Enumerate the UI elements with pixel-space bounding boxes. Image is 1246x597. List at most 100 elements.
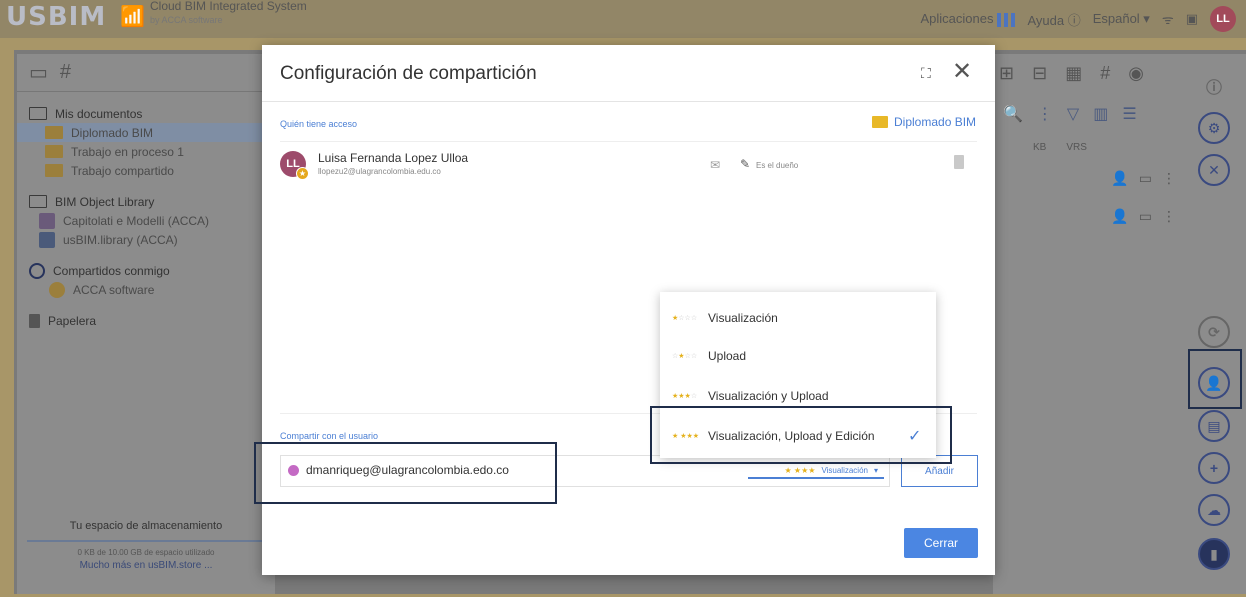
owner-role: Es el dueño <box>756 161 799 170</box>
apps-menu[interactable]: Aplicaciones <box>920 11 1016 27</box>
upload-button[interactable]: ☁ <box>1198 494 1230 526</box>
annotation-box-rail <box>1188 349 1242 409</box>
screen-icon[interactable]: ▣ <box>1186 11 1198 27</box>
folder-icon[interactable]: ▭ <box>1139 170 1152 187</box>
usbim-logo: USBIM <box>6 2 107 32</box>
tree-label: BIM Object Library <box>55 194 155 209</box>
tree-label: Mis documentos <box>55 106 143 121</box>
close-button[interactable]: Cerrar <box>904 528 978 558</box>
top-right-menu: Aplicaciones Ayuda ⓘ Español ▾ ᯤ ▣ LL <box>920 6 1236 32</box>
eye-icon[interactable]: ◉ <box>1128 63 1144 84</box>
annotation-box-email <box>254 442 557 504</box>
permission-select[interactable]: ★ ★★★ Visualización ▾ <box>748 463 884 479</box>
acca-icon <box>49 281 65 298</box>
library-icon <box>39 212 55 229</box>
tree-usbim-library[interactable]: usBIM.library (ACCA) <box>17 230 275 249</box>
cloud-signal-icon: 📶 <box>120 6 145 28</box>
trash-icon <box>29 313 40 328</box>
files-columns: KB VRS <box>993 136 1188 159</box>
hash-icon[interactable]: # <box>60 61 71 84</box>
divider <box>262 101 995 102</box>
tree-acca-software[interactable]: ACCA software <box>17 280 275 299</box>
tree-shared-with-me[interactable]: Compartidos conmigo <box>17 261 275 280</box>
storage-title: Tu espacio de almacenamiento <box>69 520 223 532</box>
share-user-icon[interactable]: 👤 <box>1111 170 1128 187</box>
action-rail: ⓘ ⚙ ✕ ⟳ 👤 ▤ + ☁ ▮ <box>1188 54 1246 594</box>
share-user-icon[interactable]: 👤 <box>1111 208 1128 225</box>
tree-bim-object-library[interactable]: BIM Object Library <box>17 192 275 211</box>
permission-option-2[interactable]: ☆★☆☆ Upload <box>660 336 936 376</box>
dialog-title: Configuración de compartición <box>280 63 537 84</box>
shared-icon <box>29 262 45 279</box>
files-actions: 🔍 ⋮ ▽ ▥ ☰ <box>993 92 1188 136</box>
tree-my-documents[interactable]: Mis documentos <box>17 104 275 123</box>
help-menu[interactable]: Ayuda ⓘ <box>1027 10 1080 29</box>
chevron-down-icon: ▾ <box>873 465 878 475</box>
share-settings-button[interactable]: ⚙ <box>1198 112 1230 144</box>
owner-email: llopezu2@ulagrancolombia.edu.co <box>318 167 441 176</box>
filter-icon[interactable]: ▽ <box>1067 104 1079 124</box>
mail-icon[interactable]: ✉ <box>710 158 720 172</box>
info-icon[interactable]: ⓘ <box>1198 70 1230 102</box>
tree-label: Capitolati e Modelli (ACCA) <box>63 213 210 228</box>
folder-outline-icon <box>29 195 47 208</box>
folder-icon[interactable]: ▭ <box>1139 208 1152 225</box>
stars-icon: ★☆☆☆ <box>672 315 698 322</box>
apps-grid-icon <box>997 12 1016 27</box>
new-file-button[interactable]: ▮ <box>1198 538 1230 570</box>
files-panel: ⊞ ⊟ ▦ # ◉ 🔍 ⋮ ▽ ▥ ☰ KB VRS 👤 ▭ ⋮ 👤 ▭ ⋮ <box>993 54 1188 594</box>
user-avatar[interactable]: LL <box>1210 6 1236 32</box>
tree-trabajo-compartido[interactable]: Trabajo compartido <box>17 161 275 180</box>
folder-view-icon[interactable]: ▭ <box>29 60 48 85</box>
trash-icon <box>954 155 964 169</box>
tree-capitolati[interactable]: Capitolati e Modelli (ACCA) <box>17 211 275 230</box>
tree-trash[interactable]: Papelera <box>17 311 275 330</box>
language-select[interactable]: Español ▾ <box>1093 11 1150 27</box>
permission-stars-icon: ★ ★★★ <box>784 465 816 475</box>
stars-icon: ★★★☆ <box>672 393 698 400</box>
trash-icon[interactable]: ▥ <box>1093 104 1108 124</box>
top-bar: USBIM 📶 Cloud BIM Integrated System by A… <box>0 0 1246 38</box>
brand-subtitle: by ACCA software <box>150 15 223 25</box>
permission-option-1[interactable]: ★☆☆☆ Visualización <box>660 298 936 338</box>
wifi-icon[interactable]: ᯤ <box>1162 10 1174 28</box>
storage-link[interactable]: Mucho más en usBIM.store ... <box>17 560 275 571</box>
shared-folder: Diplomado BIM <box>872 115 976 129</box>
share-user-label: Compartir con el usuario <box>280 431 379 441</box>
tree-label: Compartidos conmigo <box>53 263 170 278</box>
new-folder-button[interactable]: + <box>1198 452 1230 484</box>
files-toolbar: ⊞ ⊟ ▦ # ◉ <box>993 54 1188 92</box>
view-icon[interactable]: ⊞ <box>999 63 1014 84</box>
tree-label: Trabajo en proceso 1 <box>71 144 184 159</box>
stars-icon: ☆★☆☆ <box>672 353 698 360</box>
hash-icon[interactable]: # <box>1100 63 1110 84</box>
apps-label: Aplicaciones <box>920 11 994 27</box>
note-icon[interactable]: ⊟ <box>1032 63 1047 84</box>
image-icon[interactable]: ▦ <box>1065 63 1082 84</box>
file-row[interactable]: 👤 ▭ ⋮ <box>993 159 1188 197</box>
shared-folder-name: Diplomado BIM <box>894 115 977 129</box>
expand-icon[interactable]: ⛶ <box>921 65 931 82</box>
tree-diplomado-bim[interactable]: Diplomado BIM <box>17 123 275 142</box>
more-icon[interactable]: ⋮ <box>1037 104 1053 124</box>
divider <box>280 141 977 142</box>
storage-used: 0 KB de 10.00 GB de espacio utilizado <box>77 548 215 557</box>
sync-button[interactable]: ⟳ <box>1198 316 1230 348</box>
tree-trabajo-proceso[interactable]: Trabajo en proceso 1 <box>17 142 275 161</box>
close-icon[interactable]: ✕ <box>952 57 972 86</box>
paste-button[interactable]: ▤ <box>1198 410 1230 442</box>
file-row[interactable]: 👤 ▭ ⋮ <box>993 197 1188 235</box>
search-icon[interactable]: 🔍 <box>1003 104 1023 124</box>
permission-value: Visualización <box>821 465 868 475</box>
annotation-box-option <box>650 406 952 464</box>
option-label: Visualización y Upload <box>708 389 829 403</box>
more-icon[interactable]: ⋮ <box>1162 208 1176 225</box>
more-icon[interactable]: ⋮ <box>1162 170 1176 187</box>
folder-icon <box>45 164 63 177</box>
brand-title: Cloud BIM Integrated System <box>150 0 307 13</box>
tree-label: Papelera <box>48 313 97 328</box>
library-icon <box>39 231 55 248</box>
storage-bar <box>27 540 265 542</box>
unshare-button[interactable]: ✕ <box>1198 154 1230 186</box>
list-icon[interactable]: ☰ <box>1122 104 1136 124</box>
